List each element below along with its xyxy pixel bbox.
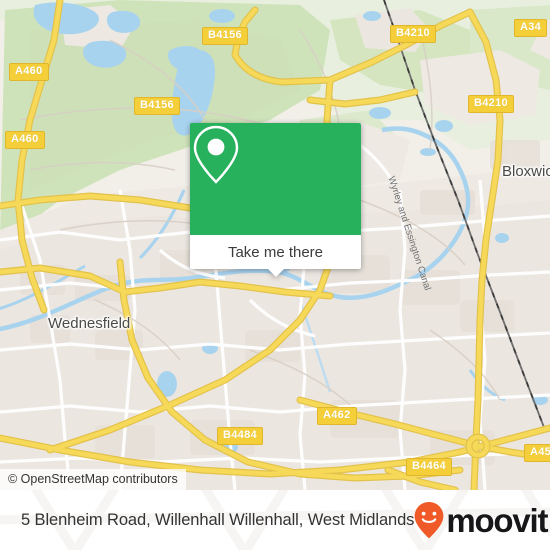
map-attribution[interactable]: © OpenStreetMap contributors: [0, 469, 186, 490]
road-shield-a460-south: A460: [5, 131, 45, 149]
road-shield-a462: A462: [317, 407, 357, 425]
moovit-location-screenshot: B4156 A460 B4156 A460 B4210 A34 B4210 B4…: [0, 0, 550, 550]
popup-image-area: [190, 123, 361, 235]
road-shield-b4210-south: B4210: [468, 95, 514, 113]
footer-bar: 5 Blenheim Road, Willenhall Willenhall, …: [0, 490, 550, 550]
take-me-there-label: Take me there: [227, 243, 324, 261]
road-shield-b4210-north: B4210: [390, 25, 436, 43]
road-shield-a454: A454: [524, 444, 550, 462]
moovit-pin-icon: [414, 502, 444, 539]
place-label-wednesfield: Wednesfield: [48, 315, 131, 332]
road-shield-b4156-north: B4156: [202, 27, 248, 45]
road-shield-a34: A34: [514, 19, 548, 37]
road-shield-b4484: B4484: [217, 427, 263, 445]
place-label-bloxwich: Bloxwich: [502, 163, 550, 180]
map-pin-icon: [193, 125, 239, 184]
moovit-logo[interactable]: moovit: [412, 500, 548, 540]
footer-content: 5 Blenheim Road, Willenhall Willenhall, …: [0, 490, 550, 550]
road-shield-b4156-mid: B4156: [134, 97, 180, 115]
road-shield-b4464: B4464: [406, 458, 452, 476]
location-popup[interactable]: Take me there: [190, 123, 361, 277]
popup-pointer: [266, 268, 285, 277]
address-label: 5 Blenheim Road, Willenhall Willenhall, …: [21, 510, 415, 529]
road-shield-a460-north: A460: [9, 63, 49, 81]
take-me-there-button[interactable]: Take me there: [190, 235, 361, 269]
moovit-wordmark: moovit: [446, 501, 548, 539]
map-canvas[interactable]: B4156 A460 B4156 A460 B4210 A34 B4210 B4…: [0, 0, 550, 490]
